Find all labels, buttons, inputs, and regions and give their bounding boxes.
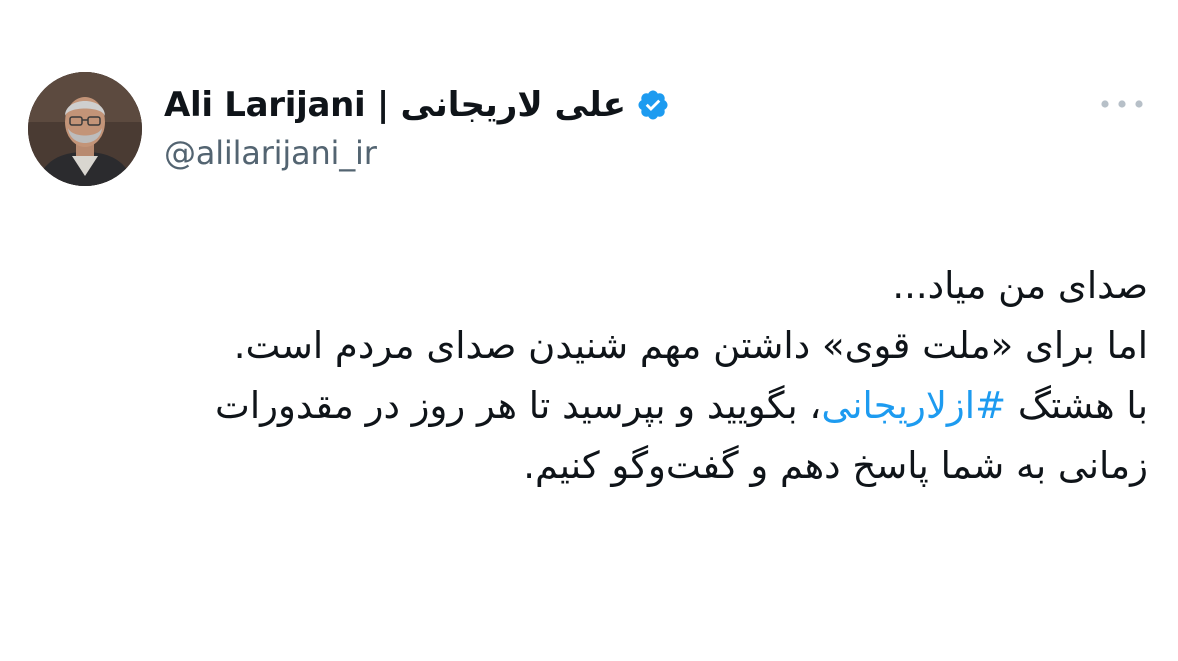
avatar[interactable] xyxy=(28,72,142,186)
more-options-button[interactable] xyxy=(1096,88,1148,120)
tweet-line: زمانی به شما پاسخ دهم و گفت‌وگو کنیم. xyxy=(523,444,1148,487)
tweet-line: صدای من میاد... xyxy=(892,264,1148,307)
tweet-line: اما برای «ملت قوی» داشتن مهم شنیدن صدای … xyxy=(233,324,1148,367)
display-name[interactable]: Ali Larijani | علی لاریجانی xyxy=(164,85,626,125)
name-row: Ali Larijani | علی لاریجانی xyxy=(164,82,670,128)
user-info: Ali Larijani | علی لاریجانی @alilarijani… xyxy=(164,82,670,172)
verified-badge-icon[interactable] xyxy=(636,88,670,122)
tweet-text: صدای من میاد... اما برای «ملت قوی» داشتن… xyxy=(88,256,1148,496)
profile-photo-icon xyxy=(28,72,142,186)
tweet-text-segment: با هشتگ xyxy=(1006,384,1148,427)
hashtag-link[interactable]: #ازلاریجانی xyxy=(821,384,1006,427)
tweet-text-segment: ، بگویید و بپرسید تا هر روز در مقدورات xyxy=(215,384,822,427)
tweet-card: Ali Larijani | علی لاریجانی @alilarijani… xyxy=(0,0,1178,661)
tweet-line: با هشتگ #ازلاریجانی، بگویید و بپرسید تا … xyxy=(88,376,1148,436)
more-horizontal-icon xyxy=(1101,100,1143,108)
user-handle[interactable]: @alilarijani_ir xyxy=(164,134,670,172)
